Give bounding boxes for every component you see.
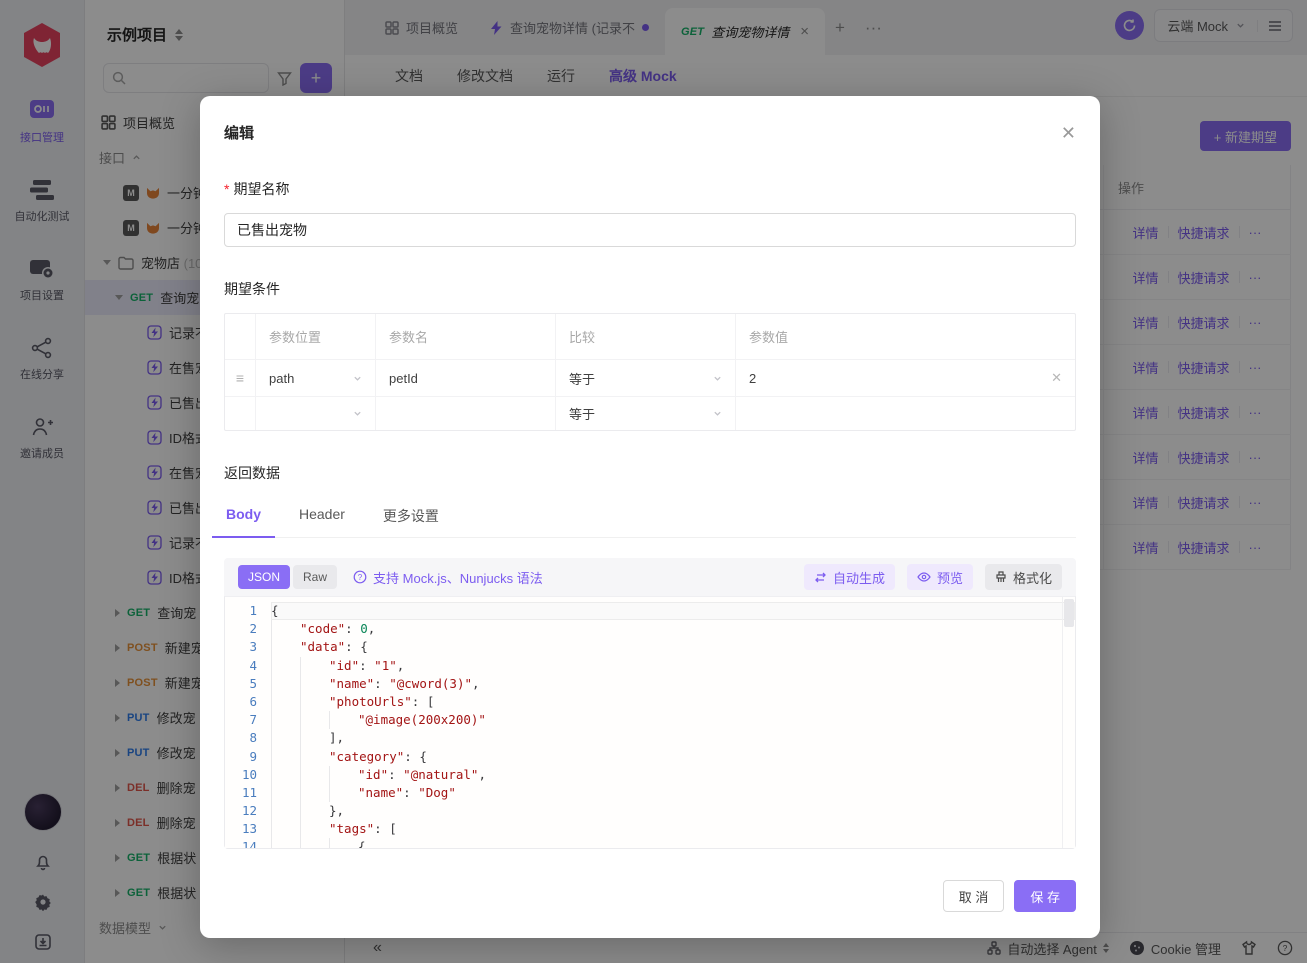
swap-arrows-icon [815, 572, 826, 582]
chevron-down-icon [354, 376, 361, 381]
close-icon[interactable]: ✕ [1061, 124, 1076, 142]
cancel-button[interactable]: 取 消 [942, 880, 1005, 912]
auto-generate-button[interactable]: 自动生成 [803, 564, 895, 590]
drag-handle-icon[interactable]: ≡ [225, 360, 256, 396]
chevron-down-icon [714, 376, 721, 381]
response-editor-block: JSON Raw ? 支持 Mock.js、Nunjucks 语法 自动生成 预… [224, 558, 1076, 849]
condition-row-1: ≡ path petId 等于 2 ✕ [225, 360, 1075, 397]
code-line-10: 10 "id": "@natural", [225, 765, 1075, 784]
app-window: 接口管理 自动化测试 项目设置 在线分享 邀请成员 示例项目 + 项目概览 接口 M 一分钟 M… [0, 0, 1307, 963]
param-position-select[interactable] [256, 397, 376, 430]
code-line-12: 12}, [225, 802, 1075, 821]
condition-row-2: 等于 [225, 397, 1075, 430]
chevron-down-icon [714, 411, 721, 416]
expectation-name-label: * 期望名称 [224, 181, 290, 197]
code-line-9: 9 "category": { [225, 747, 1075, 766]
help-circle-icon: ? [353, 570, 367, 584]
line-number: 8 [249, 730, 257, 746]
line-number: 4 [249, 657, 257, 673]
line-number: 12 [241, 803, 257, 819]
json-code-editor[interactable]: 1{2 "code": 0, 3 "data": {4 "id": "1", 5 "name… [224, 596, 1076, 849]
line-number: 1 [249, 603, 257, 618]
line-number: 2 [249, 621, 257, 637]
response-tabs: Body Header 更多设置 [212, 497, 1076, 538]
compare-select[interactable]: 等于 [556, 360, 736, 396]
line-number: 13 [241, 821, 257, 837]
expectation-name-input[interactable] [224, 213, 1076, 247]
mode-json-toggle[interactable]: JSON [238, 565, 291, 589]
format-icon [996, 571, 1006, 582]
code-line-6: 6 "photoUrls": [ [225, 692, 1075, 712]
code-line-8: 8], [225, 729, 1075, 748]
mode-raw-toggle[interactable]: Raw [293, 565, 338, 589]
editor-toolbar: JSON Raw ? 支持 Mock.js、Nunjucks 语法 自动生成 预… [224, 558, 1076, 596]
svg-text:?: ? [358, 573, 363, 582]
param-name-input[interactable]: petId [376, 360, 556, 396]
edit-expectation-modal: 编辑 ✕ * 期望名称 期望条件 参数位置参数名比较参数值 ≡pathpetId… [200, 96, 1100, 938]
code-line-13: 13 "tags": [ [225, 820, 1075, 839]
code-line-11: 11 "name": "Dog" [225, 783, 1075, 803]
response-tab-更多设置[interactable]: 更多设置 [381, 497, 441, 537]
condition-section-label: 期望条件 [224, 281, 280, 297]
line-number: 14 [241, 839, 257, 849]
drag-handle-icon[interactable] [225, 397, 256, 430]
param-name-input[interactable] [376, 397, 556, 430]
code-line-1: 1{ [225, 602, 1075, 621]
eye-icon [917, 572, 931, 582]
editor-scrollbar[interactable] [1062, 597, 1075, 848]
preview-button[interactable]: 预览 [906, 564, 973, 590]
line-number: 11 [241, 784, 257, 800]
line-number: 9 [249, 748, 257, 764]
line-number: 5 [249, 675, 257, 691]
line-number: 6 [249, 693, 257, 709]
compare-select[interactable]: 等于 [556, 397, 736, 430]
code-line-7: 7 "@image(200x200)" [225, 711, 1075, 730]
condition-table: 参数位置 参数名 比较 参数值 ≡ path petId 等于 2 ✕ 等于 [224, 313, 1076, 431]
code-line-5: 5 "name": "@cword(3)", [225, 674, 1075, 693]
remove-row-icon[interactable]: ✕ [1051, 370, 1062, 386]
code-line-2: 2 "code": 0, [225, 620, 1075, 639]
response-tab-Body[interactable]: Body [212, 497, 275, 538]
param-position-select[interactable]: path [256, 360, 376, 396]
chevron-down-icon [354, 411, 361, 416]
code-line-4: 4 "id": "1", [225, 656, 1075, 675]
param-value-input[interactable] [736, 397, 1075, 430]
response-section-label: 返回数据 [224, 465, 280, 481]
save-button[interactable]: 保 存 [1014, 880, 1076, 912]
param-value-input[interactable]: 2 ✕ [736, 360, 1075, 396]
syntax-hint-link[interactable]: ? 支持 Mock.js、Nunjucks 语法 [353, 568, 543, 587]
line-number: 7 [249, 712, 257, 728]
modal-title: 编辑 [224, 125, 255, 142]
response-tab-Header[interactable]: Header [297, 497, 347, 537]
line-number: 10 [241, 766, 257, 782]
code-line-14: 14{ [225, 838, 1075, 849]
code-line-3: 3 "data": { [225, 638, 1075, 657]
required-asterisk: * [224, 181, 230, 197]
line-number: 3 [249, 639, 257, 655]
format-button[interactable]: 格式化 [984, 564, 1062, 590]
